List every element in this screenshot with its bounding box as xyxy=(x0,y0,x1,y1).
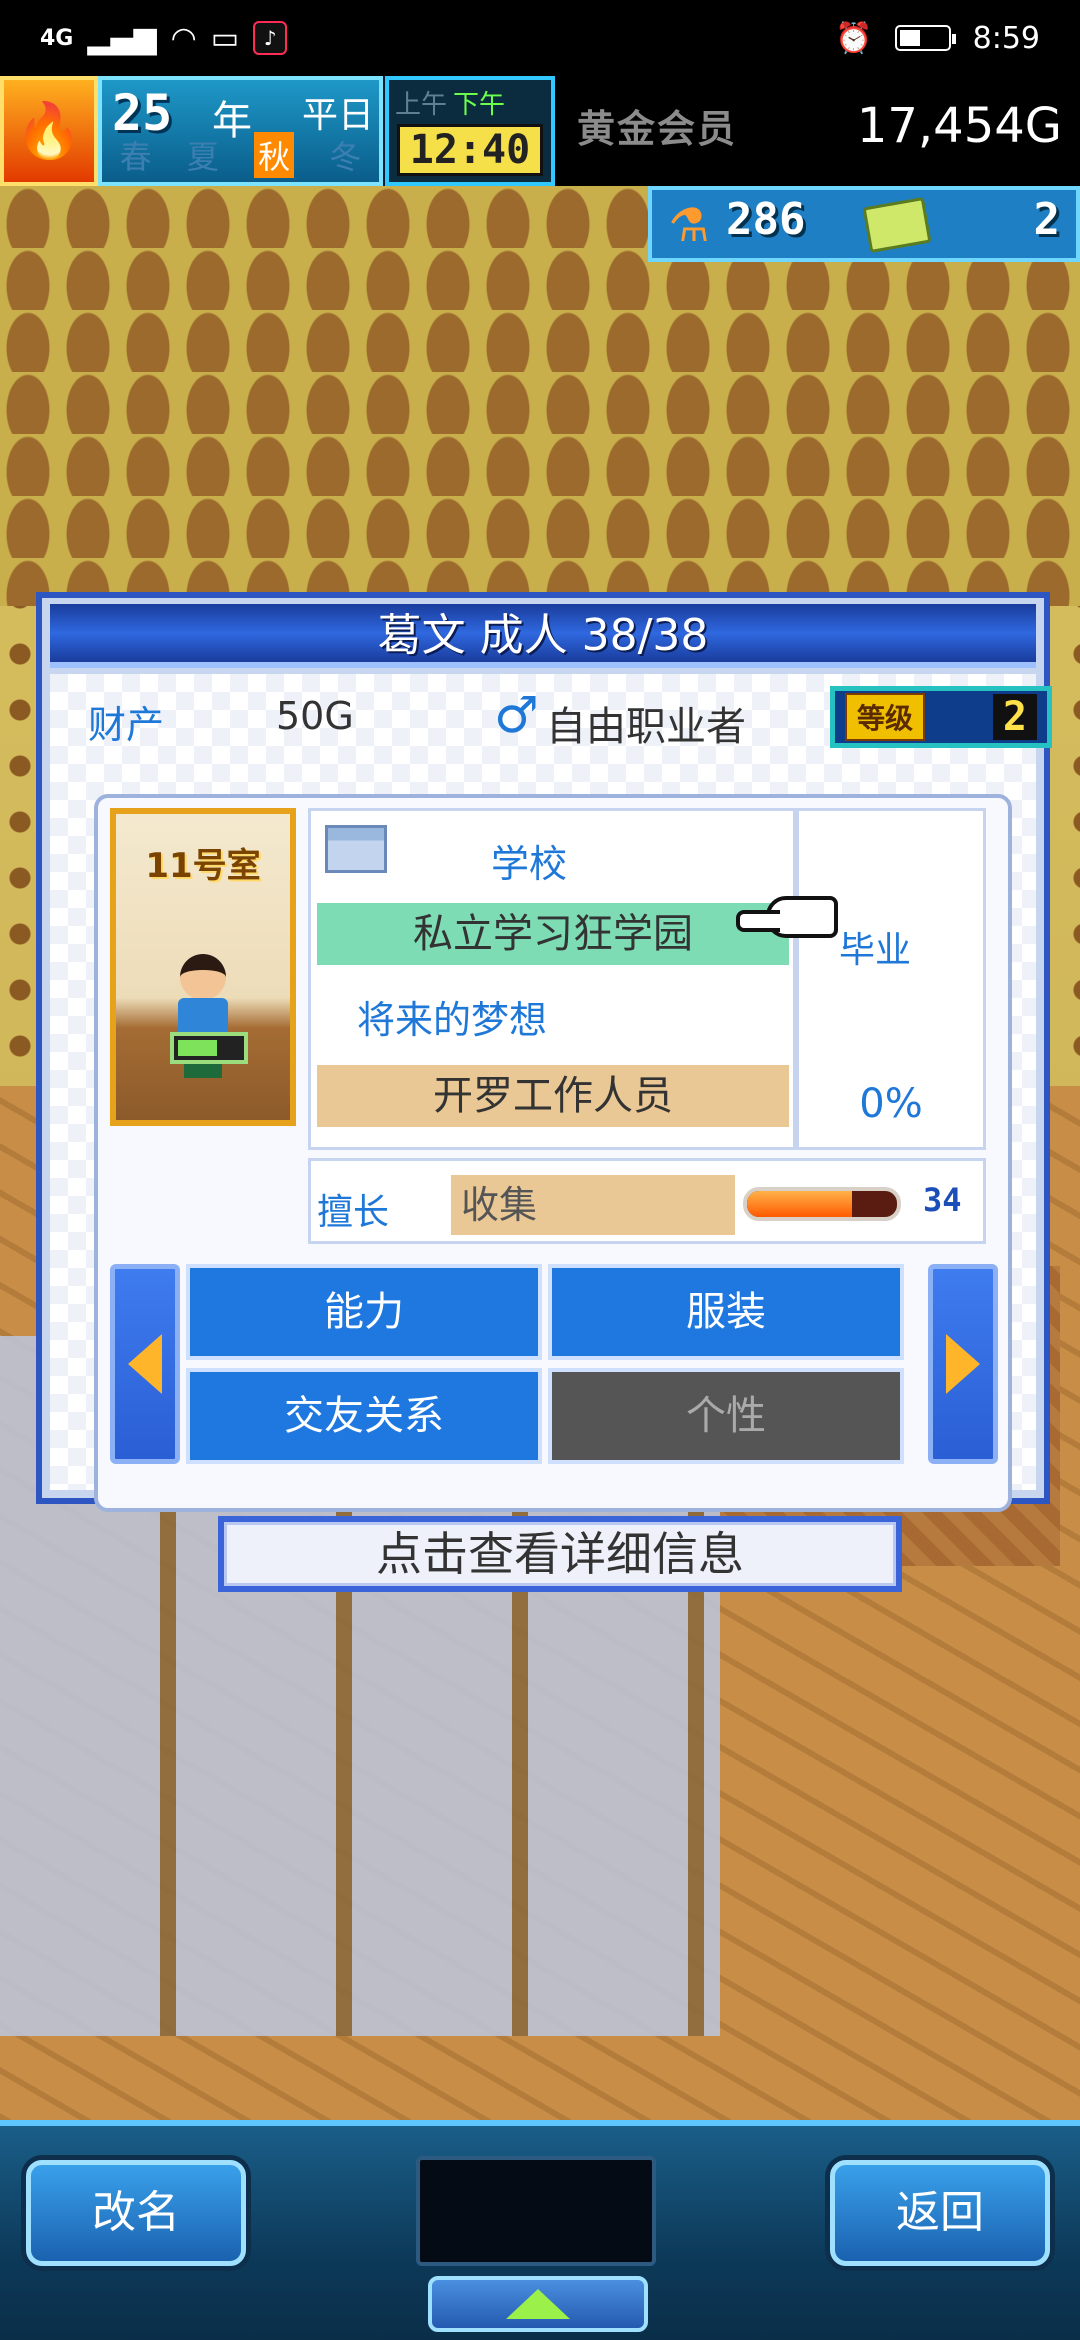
bottom-bar: 改名 返回 xyxy=(0,2120,1080,2340)
signal-indicator: 4G xyxy=(40,25,74,51)
school-box: 学校 私立学习狂学园 将来的梦想 开罗工作人员 xyxy=(308,808,796,1150)
back-button[interactable]: 返回 xyxy=(830,2160,1050,2266)
job-label: 自由职业者 xyxy=(546,704,746,750)
resident-info-panel: 葛文 成人 38/38 财产 50G ♂ 自由职业者 等级 2 11号室 学校 xyxy=(36,592,1052,1512)
skill-number: 34 xyxy=(923,1181,962,1219)
status-bar: 4G ▂▄▆ ◠ ▭ ♪ ⏰ 8:59 xyxy=(0,0,1080,76)
arrow-up-icon xyxy=(506,2289,570,2319)
wifi-icon: ◠ xyxy=(170,20,197,56)
prev-arrow-button[interactable] xyxy=(110,1264,180,1464)
ability-button[interactable]: 能力 xyxy=(186,1264,542,1360)
battery-gauge-icon xyxy=(170,1032,248,1064)
skill-progress-bar xyxy=(743,1187,901,1221)
friends-button[interactable]: 交友关系 xyxy=(186,1368,542,1464)
school-label: 学校 xyxy=(491,842,568,886)
property-value: 50G xyxy=(276,694,354,738)
money-value: 17,454G xyxy=(856,98,1062,154)
dream-label: 将来的梦想 xyxy=(357,998,548,1042)
skill-label: 擅长 xyxy=(317,1192,390,1233)
pointer-hand-icon xyxy=(736,896,838,938)
signal-bars-icon: ▂▄▆ xyxy=(87,20,157,56)
rename-button[interactable]: 改名 xyxy=(26,2160,246,2266)
level-value: 2 xyxy=(992,694,1037,740)
level-label: 等级 xyxy=(845,693,926,741)
level-badge: 等级 2 xyxy=(830,686,1052,748)
game-hud: 🔥 25 年 平日 春 夏 秋 冬 上午 下午 12:40 黄金会员 17,454… xyxy=(0,76,1080,186)
resident-avatar xyxy=(168,954,238,1084)
date-display: 25 年 平日 春 夏 秋 冬 xyxy=(98,76,383,186)
ampm-indicator: 上午 下午 xyxy=(395,90,506,120)
graduation-value: 0% xyxy=(859,1081,923,1127)
personality-button[interactable]: 个性 xyxy=(548,1368,904,1464)
room-card[interactable]: 11号室 xyxy=(110,808,296,1126)
rank-label: 黄金会员 xyxy=(577,107,738,151)
status-left: 4G ▂▄▆ ◠ ▭ ♪ xyxy=(40,20,288,56)
property-label: 财产 xyxy=(88,703,165,747)
sim-icon: ▭ xyxy=(210,20,240,56)
clock: 12:40 xyxy=(397,124,543,176)
next-arrow-button[interactable] xyxy=(928,1264,998,1464)
season-list: 春 夏 秋 冬 xyxy=(102,132,379,178)
resource-bar: ⚗ 286 2 xyxy=(648,186,1080,262)
battery-icon xyxy=(894,25,956,51)
time-display: 上午 下午 12:40 xyxy=(385,76,555,186)
male-icon: ♂ xyxy=(494,686,539,744)
ticket-count: 2 xyxy=(1033,194,1061,245)
season-summer: 夏 xyxy=(186,138,219,176)
tiktok-icon: ♪ xyxy=(253,21,288,55)
rank-money-display: 黄金会员 17,454G xyxy=(555,76,1080,186)
room-label: 11号室 xyxy=(145,846,261,886)
skill-value: 收集 xyxy=(451,1175,735,1235)
status-right: ⏰ 8:59 xyxy=(835,21,1040,56)
season-autumn: 秋 xyxy=(254,132,295,178)
panel-body: 财产 50G ♂ 自由职业者 等级 2 11号室 学校 私立学习狂学园 将来的梦 xyxy=(50,674,1052,1512)
mini-screen xyxy=(416,2156,656,2266)
skill-row: 擅长 收集 34 xyxy=(308,1158,986,1244)
research-points: 286 xyxy=(726,194,806,245)
expand-up-button[interactable] xyxy=(428,2276,648,2332)
detail-card[interactable]: 11号室 学校 私立学习狂学园 将来的梦想 开罗工作人员 毕业 0% 擅长 收集… xyxy=(94,794,1012,1512)
ticket-icon xyxy=(862,196,932,254)
clothing-button[interactable]: 服装 xyxy=(548,1264,904,1360)
flame-icon[interactable]: 🔥 xyxy=(0,76,98,186)
season-winter: 冬 xyxy=(329,138,362,176)
weekday-label: 平日 xyxy=(302,95,375,136)
detail-hint-button[interactable]: 点击查看详细信息 xyxy=(218,1516,902,1592)
graduation-label: 毕业 xyxy=(839,930,912,971)
flask-icon: ⚗ xyxy=(668,198,710,252)
status-time: 8:59 xyxy=(972,20,1040,56)
school-value: 私立学习狂学园 xyxy=(317,903,789,965)
panel-title: 葛文 成人 38/38 xyxy=(50,604,1036,668)
arrow-left-icon xyxy=(128,1334,162,1394)
dream-value: 开罗工作人员 xyxy=(317,1065,789,1127)
arrow-right-icon xyxy=(946,1334,980,1394)
property-row: 财产 50G ♂ 自由职业者 等级 2 xyxy=(68,680,1052,756)
season-spring: 春 xyxy=(119,138,152,176)
alarm-icon: ⏰ xyxy=(835,20,873,56)
skill-progress-fill xyxy=(747,1191,852,1217)
graduation-box: 毕业 0% xyxy=(796,808,986,1150)
school-building-icon xyxy=(325,825,387,873)
